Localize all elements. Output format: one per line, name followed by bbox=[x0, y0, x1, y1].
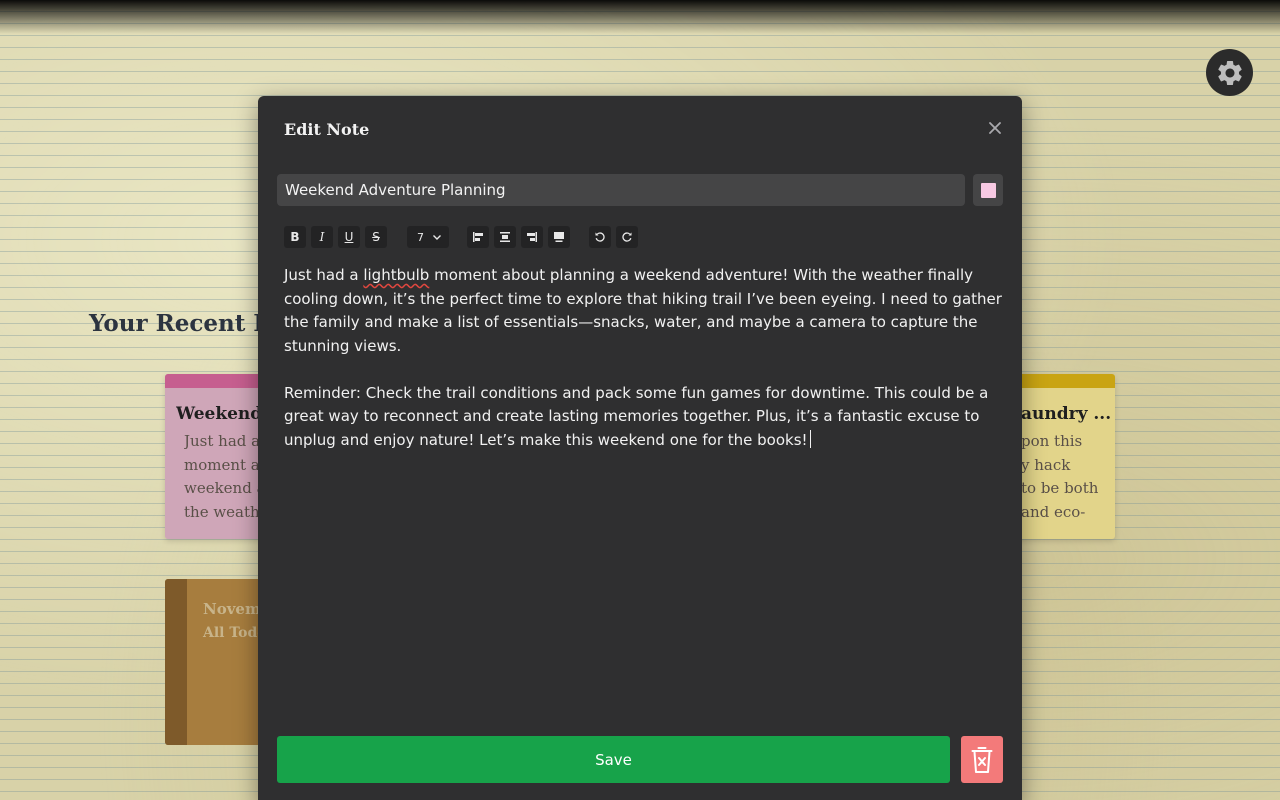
text-caret bbox=[809, 429, 811, 448]
edit-note-dialog: Edit Note B I U S 7 bbox=[258, 96, 1022, 800]
text-run: Reminder: Check the trail conditions and… bbox=[284, 383, 989, 449]
settings-button[interactable] bbox=[1206, 49, 1253, 96]
note-preview: pon this y hack to be both and eco- bbox=[1021, 432, 1099, 521]
note-title: aundry ... bbox=[1021, 404, 1112, 424]
align-justify-button[interactable] bbox=[548, 226, 570, 248]
bold-button[interactable]: B bbox=[284, 226, 306, 248]
align-right-icon bbox=[527, 232, 537, 242]
trash-icon bbox=[971, 746, 993, 773]
font-size-select[interactable]: 7 bbox=[407, 226, 449, 248]
content-paragraph: Reminder: Check the trail conditions and… bbox=[284, 382, 1004, 453]
align-center-button[interactable] bbox=[494, 226, 516, 248]
font-size-value: 7 bbox=[417, 230, 424, 244]
note-content-editor[interactable]: Just had a lightbulb moment about planni… bbox=[284, 264, 1004, 800]
undo-icon bbox=[595, 232, 605, 242]
top-shadow bbox=[0, 0, 1280, 34]
underline-button[interactable]: U bbox=[338, 226, 360, 248]
note-preview: Just had a l moment ab weekend ac the we… bbox=[184, 432, 265, 521]
dialog-title: Edit Note bbox=[284, 120, 370, 139]
delete-button[interactable] bbox=[961, 736, 1003, 783]
notebook-title: Novem bbox=[203, 600, 261, 618]
note-title-input[interactable] bbox=[277, 174, 965, 206]
misspelled-word: lightbulb bbox=[363, 266, 430, 284]
italic-button[interactable]: I bbox=[311, 226, 333, 248]
close-icon bbox=[989, 122, 1001, 134]
align-justify-icon bbox=[554, 232, 564, 242]
color-swatch bbox=[980, 182, 996, 198]
color-picker-button[interactable] bbox=[973, 174, 1003, 206]
undo-button[interactable] bbox=[589, 226, 611, 248]
chevron-down-icon bbox=[433, 235, 441, 240]
save-button[interactable]: Save bbox=[277, 736, 950, 783]
content-paragraph: Just had a lightbulb moment about planni… bbox=[284, 264, 1004, 358]
redo-button[interactable] bbox=[616, 226, 638, 248]
align-right-button[interactable] bbox=[521, 226, 543, 248]
redo-icon bbox=[622, 232, 632, 242]
align-left-icon bbox=[473, 232, 483, 242]
align-left-button[interactable] bbox=[467, 226, 489, 248]
gear-icon bbox=[1217, 60, 1242, 85]
align-center-icon bbox=[500, 232, 510, 242]
notebook-spine bbox=[165, 579, 187, 745]
close-button[interactable] bbox=[987, 120, 1003, 136]
strikethrough-button[interactable]: S bbox=[365, 226, 387, 248]
text-run: Just had a bbox=[284, 266, 364, 284]
